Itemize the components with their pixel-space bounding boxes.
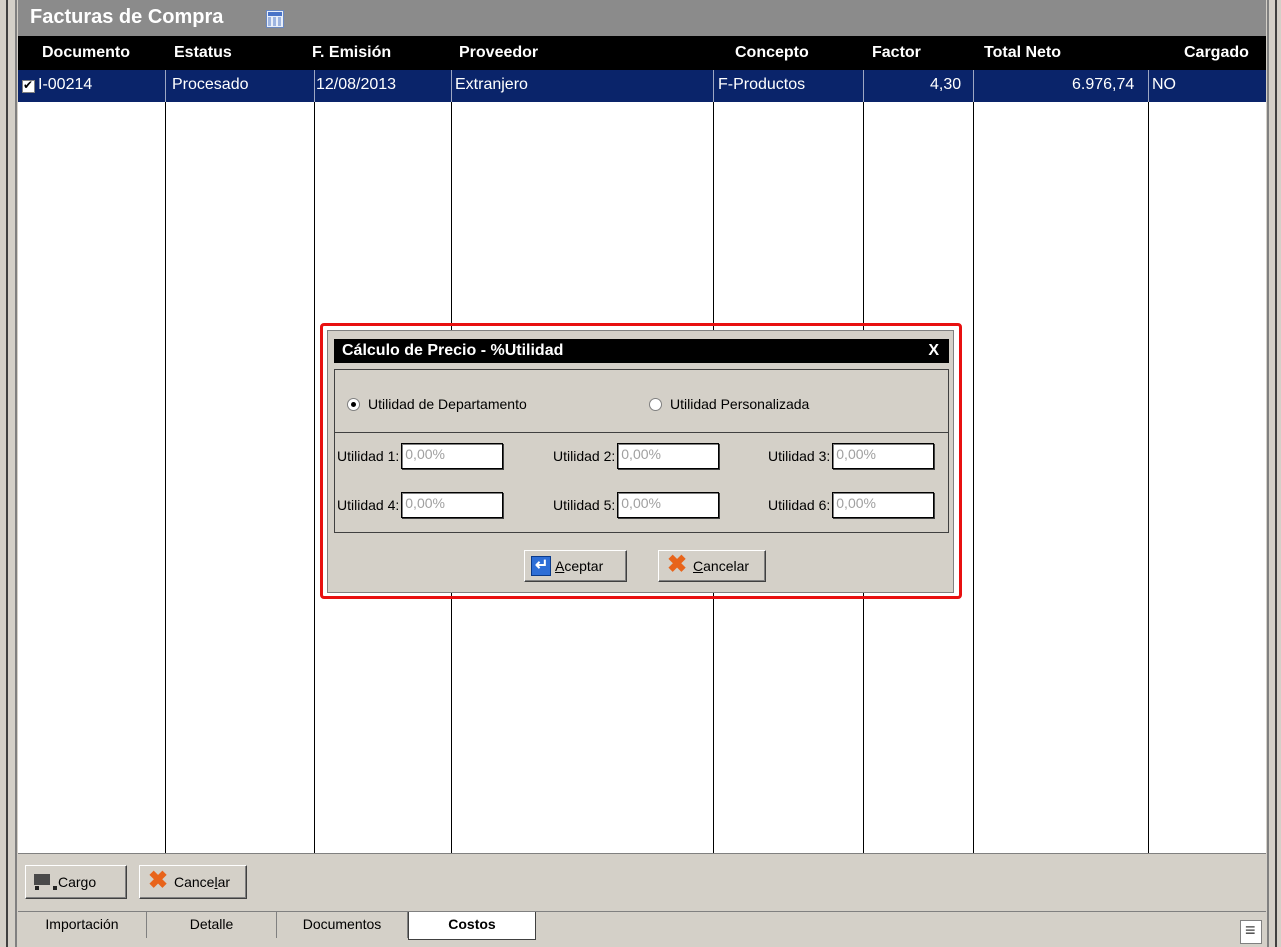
tab-bar: Importación Detalle Documentos Costos (18, 911, 1266, 947)
tab-costos[interactable]: Costos (408, 912, 536, 940)
utilidad-4-input[interactable]: 0,00% (401, 492, 504, 518)
table-row[interactable]: I-00214 Procesado 12/08/2013 Extranjero … (18, 70, 1266, 102)
utilidad-1-label: Utilidad 1: (337, 448, 400, 464)
utilidad-6-field: Utilidad 6: 0,00% (768, 492, 935, 518)
dialog-title: Cálculo de Precio - %Utilidad (342, 342, 564, 359)
radio-label-departamento: Utilidad de Departamento (368, 396, 527, 412)
aceptar-button[interactable]: Aceptar (524, 550, 627, 582)
tab-documentos[interactable]: Documentos (277, 912, 408, 938)
cell-f-emision: 12/08/2013 (316, 76, 397, 93)
column-divider (973, 102, 974, 853)
tab-detalle[interactable]: Detalle (147, 912, 277, 938)
row-separator (165, 70, 166, 102)
cancel-label: Cancelar (174, 874, 231, 890)
utilidad-6-label: Utilidad 6: (768, 497, 831, 513)
window-title: Facturas de Compra (30, 6, 224, 28)
row-separator (863, 70, 864, 102)
row-separator (314, 70, 315, 102)
column-header-total-neto[interactable]: Total Neto (984, 44, 1061, 62)
window-frame-right (1266, 0, 1281, 947)
window-titlebar: Facturas de Compra (18, 0, 1266, 36)
dialog-titlebar: Cálculo de Precio - %Utilidad X (334, 339, 949, 363)
enter-icon (531, 555, 551, 576)
cell-concepto: F-Productos (718, 76, 806, 93)
bottom-toolbar: Cargo ✖ Cancelar (18, 853, 1266, 911)
cart-icon (32, 872, 57, 892)
radio-selected-icon (347, 397, 360, 411)
column-divider (1148, 102, 1149, 853)
cell-estatus: Procesado (172, 76, 249, 93)
cell-factor: 4,30 (930, 76, 962, 93)
column-header-documento[interactable]: Documento (42, 44, 130, 62)
cell-total-neto: 6.976,74 (1072, 76, 1135, 93)
utilidad-3-label: Utilidad 3: (768, 448, 831, 464)
radio-unselected-icon (649, 397, 662, 411)
column-header-concepto[interactable]: Concepto (735, 44, 809, 62)
cargo-button[interactable]: Cargo (25, 865, 127, 899)
utilidad-5-label: Utilidad 5: (553, 497, 616, 513)
column-header-proveedor[interactable]: Proveedor (459, 44, 538, 62)
utilidad-6-input[interactable]: 0,00% (832, 492, 935, 518)
tab-importacion[interactable]: Importación (18, 912, 147, 938)
cancel-button[interactable]: ✖ Cancelar (139, 865, 247, 899)
utilidad-2-label: Utilidad 2: (553, 448, 616, 464)
cancelar-button[interactable]: ✖ Cancelar (658, 550, 766, 582)
cargo-label: Cargo (58, 874, 97, 890)
cell-documento: I-00214 (38, 76, 93, 93)
row-checkbox[interactable] (22, 78, 35, 93)
table-view-icon[interactable] (266, 10, 284, 28)
utilidad-4-field: Utilidad 4: 0,00% (337, 492, 504, 518)
utilidad-3-field: Utilidad 3: 0,00% (768, 443, 935, 469)
row-separator (973, 70, 974, 102)
utilidad-5-input[interactable]: 0,00% (617, 492, 720, 518)
cell-cargado: NO (1152, 76, 1176, 93)
cell-proveedor: Extranjero (455, 76, 528, 93)
utilidad-5-field: Utilidad 5: 0,00% (553, 492, 720, 518)
column-header-cargado[interactable]: Cargado (1184, 44, 1249, 62)
row-separator (1148, 70, 1149, 102)
table-header: Documento Estatus F. Emisión Proveedor C… (18, 36, 1266, 70)
column-header-fecha-emision[interactable]: F. Emisión (312, 44, 391, 62)
radio-utilidad-personalizada[interactable]: Utilidad Personalizada (649, 396, 809, 412)
row-separator (451, 70, 452, 102)
utilidad-2-input[interactable]: 0,00% (617, 443, 720, 469)
row-separator (713, 70, 714, 102)
utilidad-fields-group: Utilidad 1: 0,00% Utilidad 2: 0,00% Util… (334, 433, 949, 533)
radio-utilidad-departamento[interactable]: Utilidad de Departamento (347, 396, 527, 412)
aceptar-label: Aceptar (555, 558, 604, 574)
utilidad-3-input[interactable]: 0,00% (832, 443, 935, 469)
column-header-factor[interactable]: Factor (872, 44, 921, 62)
utilidad-2-field: Utilidad 2: 0,00% (553, 443, 720, 469)
list-view-icon[interactable] (1240, 920, 1262, 944)
radio-label-personalizada: Utilidad Personalizada (670, 396, 810, 412)
cancel-x-icon: ✖ (147, 867, 169, 894)
cancelar-label: Cancelar (693, 558, 750, 574)
window-frame-left (0, 0, 18, 947)
utilidad-1-field: Utilidad 1: 0,00% (337, 443, 504, 469)
cancel-x-icon: ✖ (666, 551, 688, 578)
column-header-estatus[interactable]: Estatus (174, 44, 232, 62)
calculo-precio-dialog: Cálculo de Precio - %Utilidad X Utilidad… (327, 330, 954, 593)
close-button[interactable]: X (928, 342, 939, 360)
column-divider (314, 102, 315, 853)
utilidad-type-group: Utilidad de Departamento Utilidad Person… (334, 369, 949, 433)
column-divider (165, 102, 166, 853)
utilidad-4-label: Utilidad 4: (337, 497, 400, 513)
utilidad-1-input[interactable]: 0,00% (401, 443, 504, 469)
